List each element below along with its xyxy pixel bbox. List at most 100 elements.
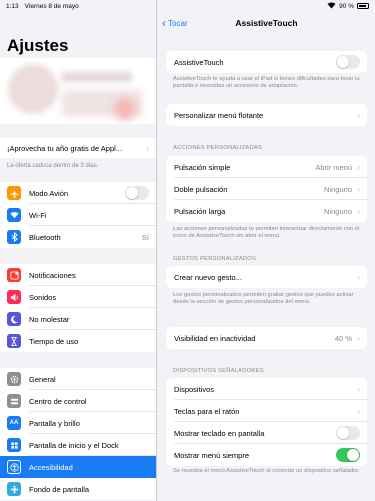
display-icon: AA (7, 416, 21, 430)
sidebar-item-wallpaper[interactable]: Fondo de pantalla (0, 478, 156, 500)
custom-menu-row[interactable]: Personalizar menú flotante › (166, 104, 367, 126)
pointer-devices-header: DISPOSITIVOS SEÑALADORES (173, 368, 264, 374)
sidebar-item-label: Accesibilidad (29, 462, 73, 472)
detail-pane: ‹ Tocar AssistiveTouch AssistiveTouch As… (158, 0, 375, 501)
pointer-devices-group: Dispositivos › Teclas para el ratón › Mo… (166, 378, 367, 466)
idle-opacity-label: Visibilidad en inactividad (174, 333, 256, 343)
wifi-status-icon (327, 1, 336, 11)
sidebar-item-general[interactable]: General (0, 368, 156, 390)
nav-bar: ‹ Tocar AssistiveTouch (158, 12, 375, 34)
action-value: Abrir menú (315, 162, 352, 172)
action-label: Pulsación simple (174, 162, 231, 172)
sidebar-item-label: Modo Avión (29, 188, 69, 198)
always-show-menu-toggle[interactable] (336, 448, 360, 462)
sidebar: Ajustes ¡Aprovecha tu año gratis de Appl… (0, 0, 157, 501)
status-date: Viernes 8 de mayo (24, 2, 79, 10)
sidebar-group-notifications: Notificaciones Sonidos No molestar Tiemp… (0, 264, 156, 352)
actions-note: Las acciones personalizadas te permiten … (173, 226, 360, 240)
create-gesture-row[interactable]: Crear nuevo gesto... › (166, 266, 367, 288)
chevron-left-icon: ‹ (162, 16, 166, 30)
mouse-keys-row[interactable]: Teclas para el ratón › (166, 400, 367, 422)
show-keyboard-toggle[interactable] (336, 426, 360, 440)
airplane-mode-toggle[interactable] (125, 186, 149, 200)
assistivetouch-label: AssistiveTouch (174, 57, 224, 67)
sidebar-item-sounds[interactable]: Sonidos (0, 286, 156, 308)
pointer-label: Dispositivos (174, 384, 215, 394)
sidebar-item-notifications[interactable]: Notificaciones (0, 264, 156, 286)
sidebar-item-display-brightness[interactable]: AA Pantalla y brillo (0, 412, 156, 434)
pointer-label: Teclas para el ratón (174, 406, 240, 416)
long-press-row[interactable]: Pulsación larga Ninguno › (166, 200, 367, 222)
always-show-menu-row: Mostrar menú siempre (166, 444, 367, 466)
home-screen-icon (7, 438, 21, 452)
action-value: Ninguno (324, 206, 352, 216)
gestures-group: Crear nuevo gesto... › (166, 266, 367, 288)
double-tap-row[interactable]: Doble pulsación Ninguno › (166, 178, 367, 200)
sidebar-item-label: Wi-Fi (29, 210, 47, 220)
sidebar-item-wifi[interactable]: Wi-Fi (0, 204, 156, 226)
sidebar-item-label: Centro de control (29, 396, 87, 406)
sidebar-item-label: Sonidos (29, 292, 57, 302)
sidebar-item-do-not-disturb[interactable]: No molestar (0, 308, 156, 330)
pointer-label: Mostrar teclado en pantalla (174, 428, 265, 438)
action-label: Doble pulsación (174, 184, 228, 194)
sidebar-item-label: Tiempo de uso (29, 336, 79, 346)
gear-icon (7, 372, 21, 386)
status-bar: 1:13 Viernes 8 de mayo 90 % (0, 0, 375, 12)
custom-menu-group: Personalizar menú flotante › (166, 104, 367, 126)
chevron-right-icon: › (357, 272, 360, 282)
sidebar-item-label: General (29, 374, 56, 384)
sidebar-item-control-center[interactable]: Centro de control (0, 390, 156, 412)
chevron-right-icon: › (357, 162, 360, 172)
bluetooth-icon (7, 230, 21, 244)
pointer-note: Se muestra el menú AssistiveTouch al con… (173, 468, 360, 474)
sidebar-item-screen-time[interactable]: Tiempo de uso (0, 330, 156, 352)
sidebar-group-connectivity: Modo Avión Wi-Fi Bluetooth Sí (0, 182, 156, 248)
sidebar-item-label: Fondo de pantalla (29, 484, 90, 494)
avatar (8, 64, 58, 114)
actions-header: ACCIONES PERSONALIZADAS (173, 145, 262, 151)
control-center-icon (7, 394, 21, 408)
sounds-icon (7, 290, 21, 304)
bluetooth-status: Sí (141, 232, 149, 242)
sidebar-item-home-screen-dock[interactable]: Pantalla de inicio y el Dock (0, 434, 156, 456)
action-label: Pulsación larga (174, 206, 226, 216)
page-title: AssistiveTouch (235, 18, 298, 28)
assistivetouch-toggle[interactable] (336, 55, 360, 69)
actions-group: Pulsación simple Abrir menú › Doble pulsa… (166, 156, 367, 222)
moon-icon (7, 312, 21, 326)
back-label: Tocar (168, 18, 188, 28)
chevron-right-icon: › (146, 143, 149, 153)
sidebar-item-label: Pantalla y brillo (29, 418, 80, 428)
hourglass-icon (7, 334, 21, 348)
sidebar-item-bluetooth[interactable]: Bluetooth Sí (0, 226, 156, 248)
idle-opacity-group: Visibilidad en inactividad 40 % › (166, 327, 367, 349)
assistivetouch-row: AssistiveTouch (166, 51, 367, 73)
single-tap-row[interactable]: Pulsación simple Abrir menú › (166, 156, 367, 178)
gestures-note: Los gestos personalizados permiten graba… (173, 292, 354, 306)
sidebar-item-accessibility[interactable]: Accesibilidad (0, 456, 156, 478)
gestures-header: GESTOS PERSONALIZADOS (173, 256, 257, 262)
assistivetouch-group: AssistiveTouch (166, 51, 367, 73)
sidebar-group-general: General Centro de control AA Pantalla y … (0, 368, 156, 500)
promo-offer-row[interactable]: ¡Aprovecha tu año gratis de Appl... › (0, 138, 156, 158)
chevron-right-icon: › (357, 184, 360, 194)
assistivetouch-note: AssistiveTouch te ayuda a usar el iPad s… (173, 76, 360, 90)
wifi-icon (7, 208, 21, 222)
chevron-right-icon: › (357, 333, 360, 343)
idle-opacity-value: 40 % (334, 333, 352, 343)
idle-opacity-row[interactable]: Visibilidad en inactividad 40 % › (166, 327, 367, 349)
sidebar-item-airplane-mode[interactable]: Modo Avión (0, 182, 156, 204)
sidebar-item-label: Notificaciones (29, 270, 76, 280)
devices-row[interactable]: Dispositivos › (166, 378, 367, 400)
action-value: Ninguno (324, 184, 352, 194)
back-button[interactable]: ‹ Tocar (162, 17, 188, 29)
promo-note: La oferta caduca dentro de 3 días. (7, 163, 99, 169)
accessibility-icon (7, 460, 21, 474)
chevron-right-icon: › (357, 110, 360, 120)
battery-percent: 90 % (339, 2, 354, 10)
create-gesture-label: Crear nuevo gesto... (174, 272, 242, 282)
chevron-right-icon: › (357, 406, 360, 416)
apple-id-profile[interactable] (0, 58, 156, 124)
pointer-label: Mostrar menú siempre (174, 450, 250, 460)
